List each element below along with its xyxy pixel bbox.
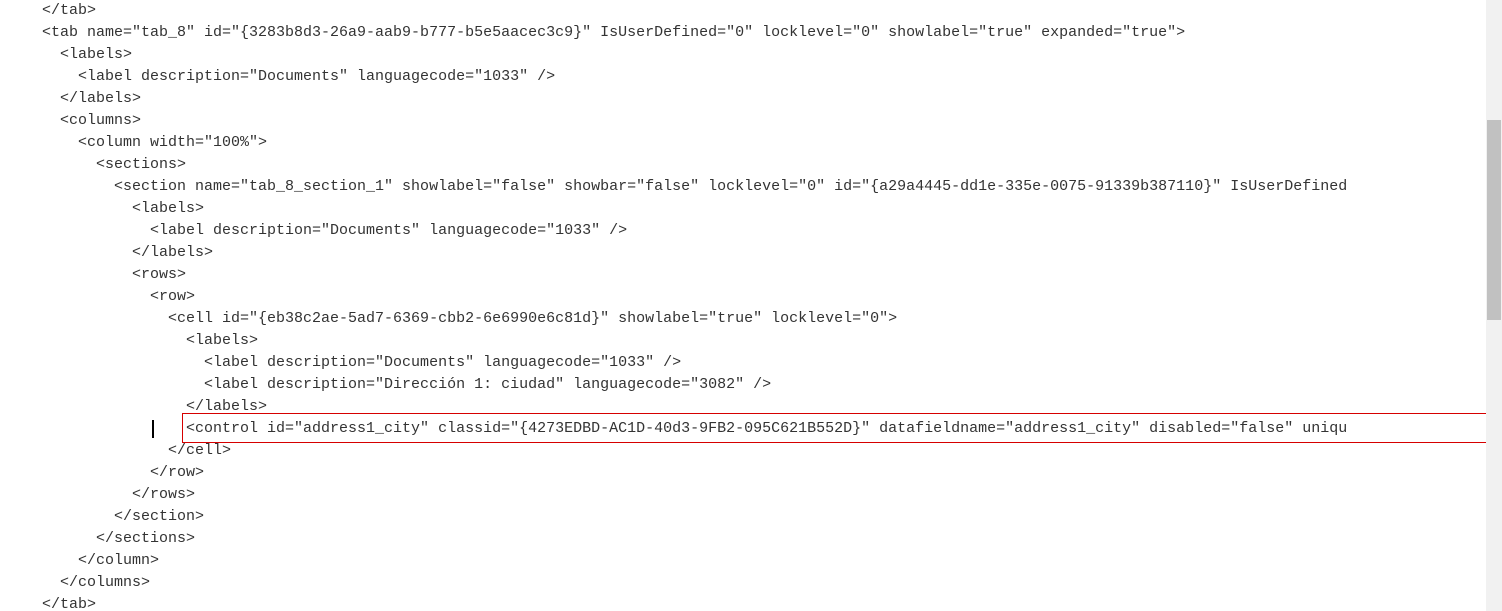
code-line[interactable]: <labels> [42, 330, 1502, 352]
code-line[interactable]: </rows> [42, 484, 1502, 506]
code-line[interactable]: <column width="100%"> [42, 132, 1502, 154]
code-line[interactable]: <label description="Documents" languagec… [42, 220, 1502, 242]
vertical-scrollbar[interactable] [1486, 0, 1502, 611]
code-line[interactable]: </labels> [42, 396, 1502, 418]
code-line[interactable]: <label description="Documents" languagec… [42, 352, 1502, 374]
code-line[interactable]: <labels> [42, 44, 1502, 66]
code-block[interactable]: </tab><tab name="tab_8" id="{3283b8d3-26… [0, 0, 1502, 611]
code-line[interactable]: <sections> [42, 154, 1502, 176]
code-line[interactable]: </labels> [42, 88, 1502, 110]
code-line[interactable]: </columns> [42, 572, 1502, 594]
code-line[interactable]: </section> [42, 506, 1502, 528]
code-line[interactable]: </row> [42, 462, 1502, 484]
code-line[interactable]: <row> [42, 286, 1502, 308]
code-line[interactable]: </sections> [42, 528, 1502, 550]
code-line[interactable]: <control id="address1_city" classid="{42… [42, 418, 1502, 440]
code-line[interactable]: <rows> [42, 264, 1502, 286]
text-cursor [152, 420, 154, 438]
code-line[interactable]: <label description="Documents" languagec… [42, 66, 1502, 88]
scrollbar-thumb[interactable] [1487, 120, 1501, 320]
code-line[interactable]: <section name="tab_8_section_1" showlabe… [42, 176, 1502, 198]
code-line[interactable]: </column> [42, 550, 1502, 572]
code-line[interactable]: </tab> [42, 594, 1502, 611]
code-line[interactable]: <label description="Dirección 1: ciudad"… [42, 374, 1502, 396]
code-line[interactable]: <tab name="tab_8" id="{3283b8d3-26a9-aab… [42, 22, 1502, 44]
code-line[interactable]: <columns> [42, 110, 1502, 132]
code-line[interactable]: </labels> [42, 242, 1502, 264]
code-line[interactable]: </cell> [42, 440, 1502, 462]
code-line[interactable]: <cell id="{eb38c2ae-5ad7-6369-cbb2-6e699… [42, 308, 1502, 330]
code-line[interactable]: </tab> [42, 0, 1502, 22]
code-line[interactable]: <labels> [42, 198, 1502, 220]
